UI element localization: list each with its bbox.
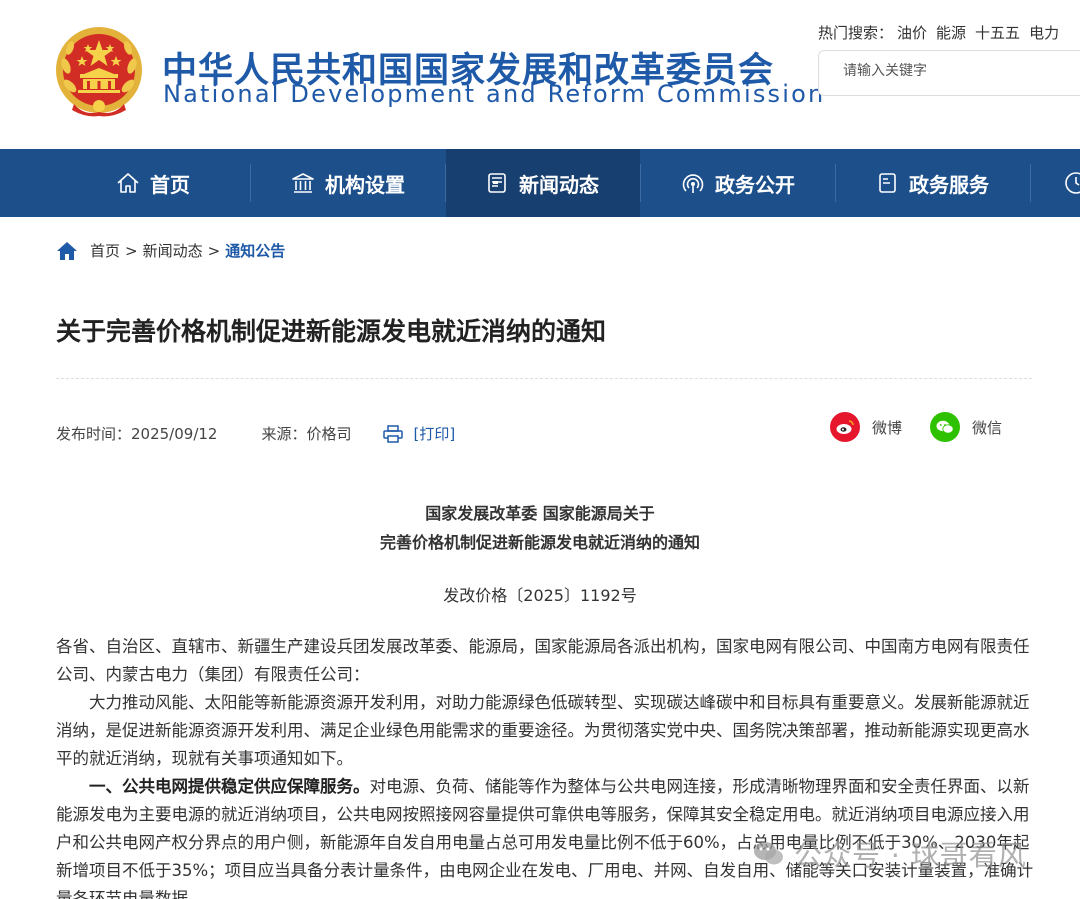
title-divider [56,378,1032,379]
wechat-watermark-icon [752,840,786,868]
site-header: 中华人民共和国国家发展和改革委员会 National Development a… [0,0,1080,148]
hot-search-label: 热门搜索： [818,24,894,42]
watermark-text: 公众号 · 球哥看风 [794,839,1027,872]
breadcrumb-item-home[interactable]: 首页 [90,240,120,261]
wechat-icon [930,412,960,442]
search-input[interactable] [843,63,1073,79]
intro-paragraph: 大力推动风能、太阳能等新能源资源开发利用，对助力能源绿色低碳转型、实现碳达峰碳中… [56,693,1030,768]
section-one-heading: 一、公共电网提供稳定供应保障服务。 [89,777,370,796]
nav-label: 新闻动态 [519,172,599,197]
nav-item-institution[interactable]: 机构设置 [251,149,445,217]
publish-time: 发布时间：2025/09/12 [56,425,218,443]
service-icon [877,172,899,194]
recipients-paragraph: 各省、自治区、直辖市、新疆生产建设兵团发展改革委、能源局，国家能源局各派出机构，… [56,637,1030,684]
article-meta: 发布时间：2025/09/12 来源：价格司 [打印] [56,423,455,444]
share-weibo-button[interactable]: 微博 [830,412,902,442]
breadcrumb-item-notices[interactable]: 通知公告 [225,240,285,261]
article-source: 来源：价格司 [261,425,352,443]
printer-icon[interactable] [383,424,404,443]
home-icon[interactable] [56,241,78,261]
print-button[interactable]: [打印] [413,423,455,444]
hot-search-term[interactable]: 电力 [1029,24,1059,42]
search-box [818,50,1080,96]
hot-search-term[interactable]: 能源 [936,24,966,42]
wechat-watermark: 公众号 · 球哥看风 [752,834,1027,874]
hot-search-bar: 热门搜索： 油价 能源 十五五 电力 [818,22,1068,43]
nav-item-home[interactable]: 首页 [56,149,250,217]
article-title: 关于完善价格机制促进新能源发电就近消纳的通知 [56,317,607,346]
share-wechat-label: 微信 [972,418,1003,437]
nav-label: 首页 [150,172,190,197]
nav-label: 机构设置 [325,172,405,197]
breadcrumb: 首页 > 新闻动态 > 通知公告 [56,240,285,261]
nav-item-news[interactable]: 新闻动态 [446,149,640,217]
share-weibo-label: 微博 [872,418,903,437]
hot-search-term[interactable]: 十五五 [975,24,1020,42]
weibo-icon [830,412,860,442]
share-wechat-button[interactable]: 微信 [930,412,1002,442]
nav-item-gov-info[interactable]: 政务公开 [641,149,835,217]
document-heading-line1: 国家发展改革委 国家能源局关于 [425,504,655,523]
nav-item-gov-service[interactable]: 政务服务 [836,149,1030,217]
hot-search-term[interactable]: 油价 [897,24,927,42]
broadcast-icon [681,172,705,194]
more-nav-icon[interactable] [1064,171,1080,199]
site-title-english[interactable]: National Development and Reform Commissi… [163,80,825,108]
national-emblem-logo[interactable] [54,26,144,118]
nav-label: 政务公开 [715,172,795,197]
breadcrumb-separator: > [207,241,221,260]
news-icon [487,172,509,194]
nav-divider [1030,164,1031,202]
main-nav: 首页 机构设置 新闻动态 政务公开 政务服务 [0,149,1080,217]
breadcrumb-item-news[interactable]: 新闻动态 [143,240,203,261]
document-heading-line2: 完善价格机制促进新能源发电就近消纳的通知 [379,533,700,552]
institution-icon [291,172,315,194]
breadcrumb-separator: > [125,241,138,260]
document-number: 发改价格〔2025〕1192号 [443,586,637,605]
nav-label: 政务服务 [909,172,989,197]
home-icon [116,172,140,194]
